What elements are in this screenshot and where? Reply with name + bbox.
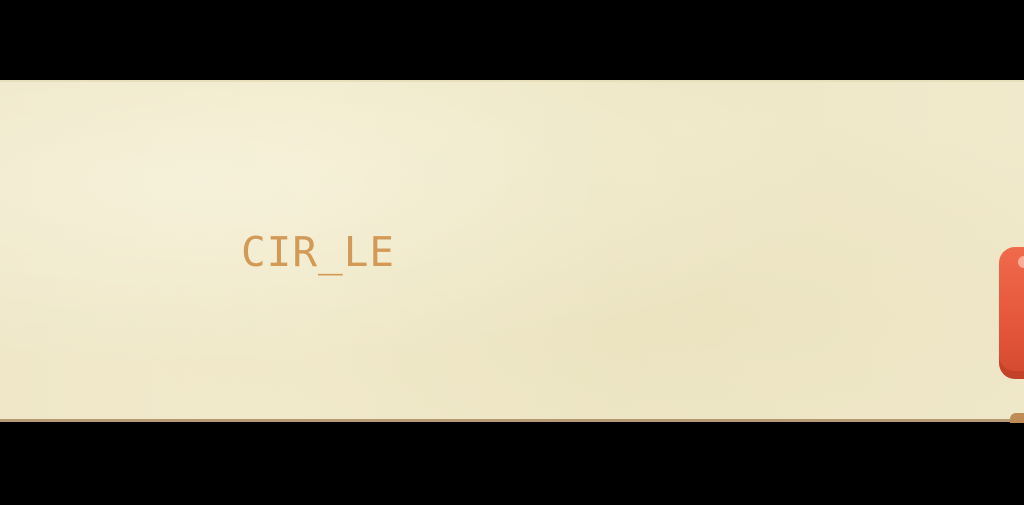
tile-highlight bbox=[1018, 256, 1024, 268]
puzzle-word: CIR_LE bbox=[241, 228, 396, 276]
board-corner-ornament bbox=[1010, 413, 1024, 423]
word-board bbox=[0, 80, 1024, 422]
game-screen: CIR_LE bbox=[0, 0, 1024, 505]
